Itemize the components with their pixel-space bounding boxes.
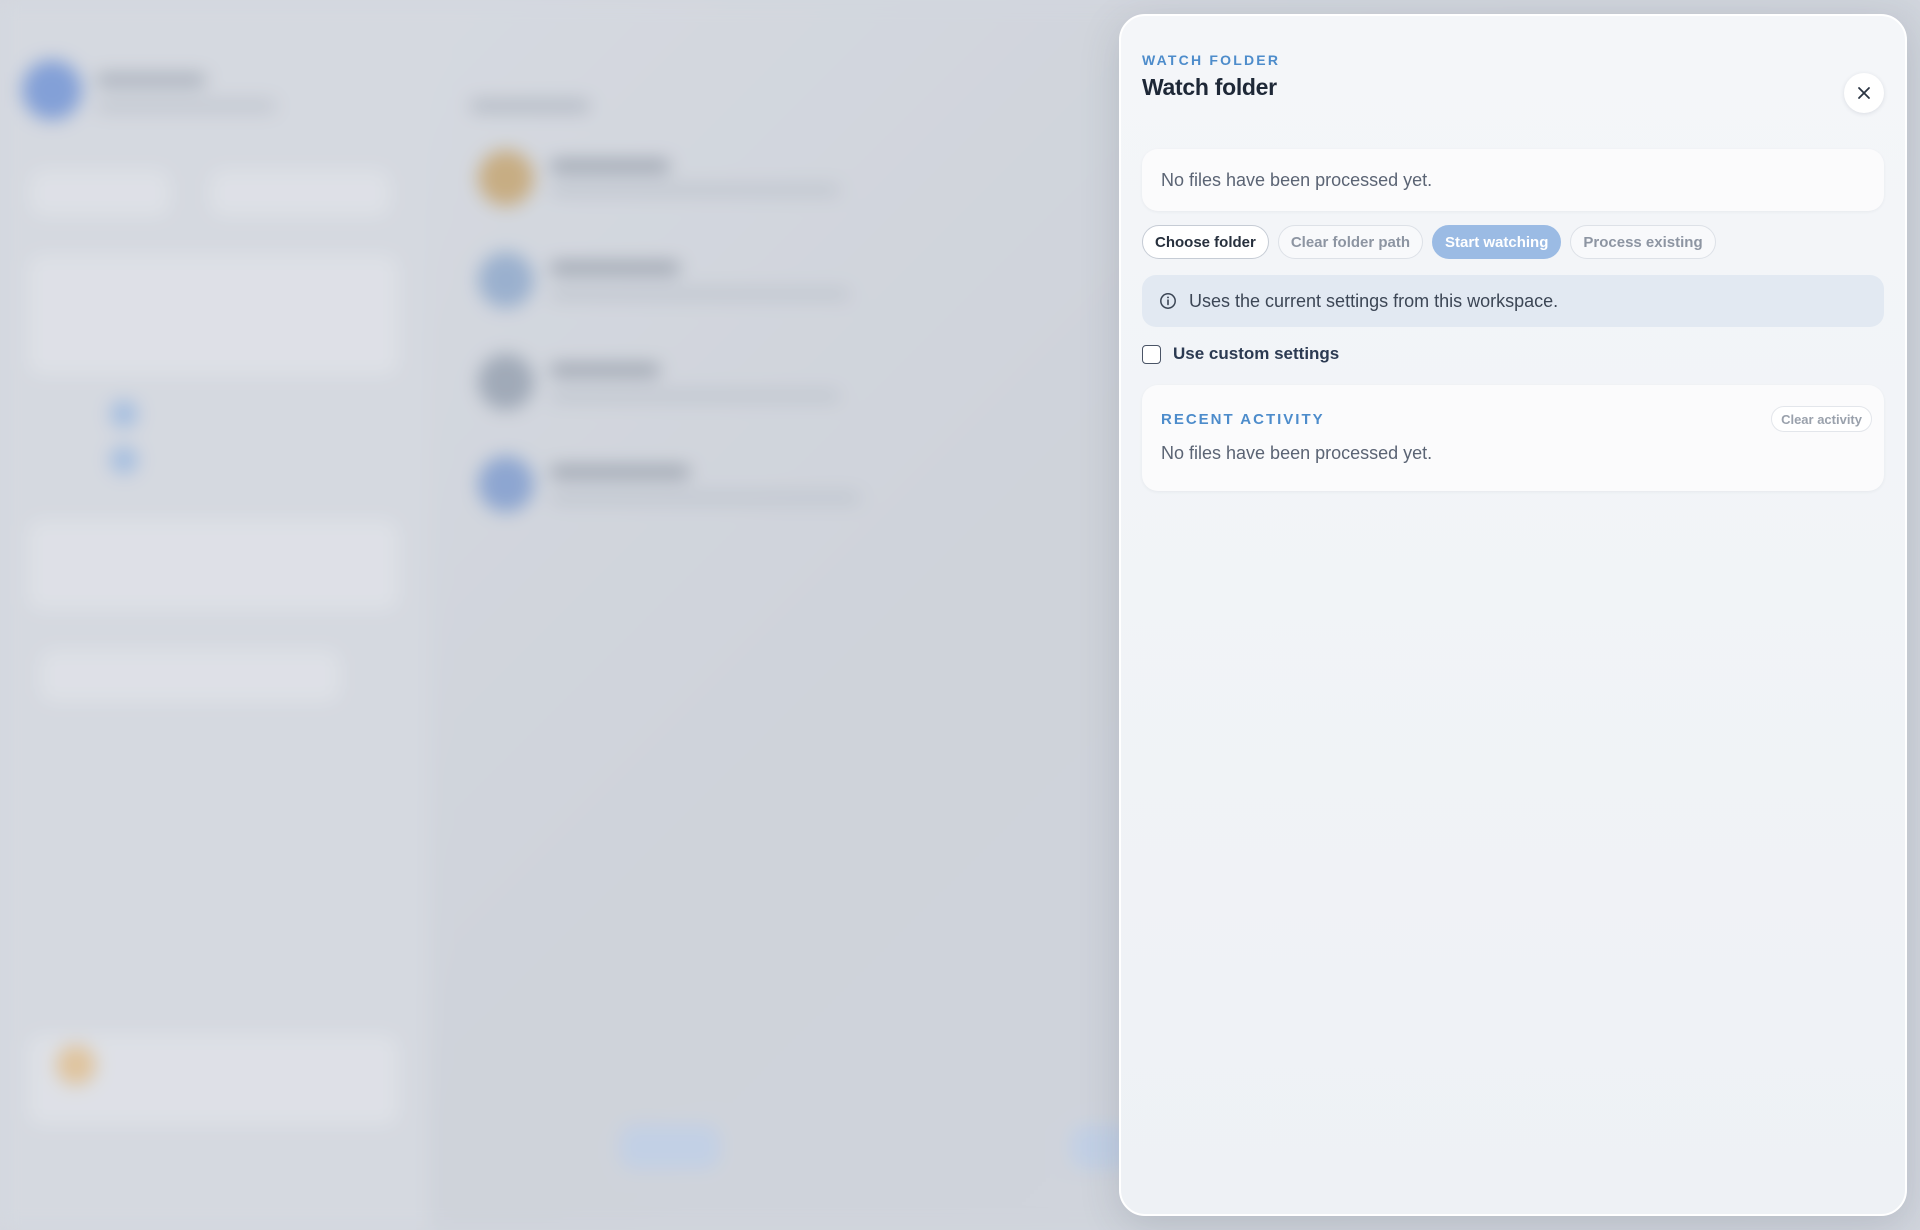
status-card: No files have been processed yet. — [1142, 149, 1884, 211]
choose-folder-button[interactable]: Choose folder — [1142, 225, 1269, 259]
drawer-title: Watch folder — [1142, 74, 1277, 100]
recent-activity-header: RECENT ACTIVITY Clear activity — [1161, 385, 1872, 433]
info-banner-text: Uses the current settings from this work… — [1189, 290, 1559, 311]
start-watching-button[interactable]: Start watching — [1432, 225, 1562, 259]
custom-settings-label[interactable]: Use custom settings — [1173, 344, 1339, 364]
custom-settings-checkbox[interactable] — [1142, 344, 1161, 364]
close-icon — [1858, 87, 1870, 99]
clear-activity-button[interactable]: Clear activity — [1771, 406, 1872, 432]
custom-settings-row[interactable]: Use custom settings — [1142, 343, 1884, 365]
process-existing-button[interactable]: Process existing — [1570, 225, 1716, 259]
recent-activity-card: RECENT ACTIVITY Clear activity No files … — [1142, 385, 1884, 491]
watch-folder-drawer: WATCH FOLDER Watch folder No files have … — [1119, 14, 1907, 1216]
action-buttons: Choose folder Clear folder path Start wa… — [1142, 225, 1884, 259]
recent-activity-label: RECENT ACTIVITY — [1161, 410, 1325, 428]
drawer-header: WATCH FOLDER Watch folder — [1142, 52, 1884, 118]
status-text: No files have been processed yet. — [1161, 169, 1433, 190]
info-icon — [1159, 292, 1177, 310]
close-button[interactable] — [1844, 73, 1884, 113]
settings-info-banner: Uses the current settings from this work… — [1142, 275, 1884, 327]
recent-activity-empty-text: No files have been processed yet. — [1161, 443, 1433, 463]
clear-folder-path-button[interactable]: Clear folder path — [1277, 225, 1424, 259]
drawer-eyebrow: WATCH FOLDER — [1142, 52, 1281, 68]
